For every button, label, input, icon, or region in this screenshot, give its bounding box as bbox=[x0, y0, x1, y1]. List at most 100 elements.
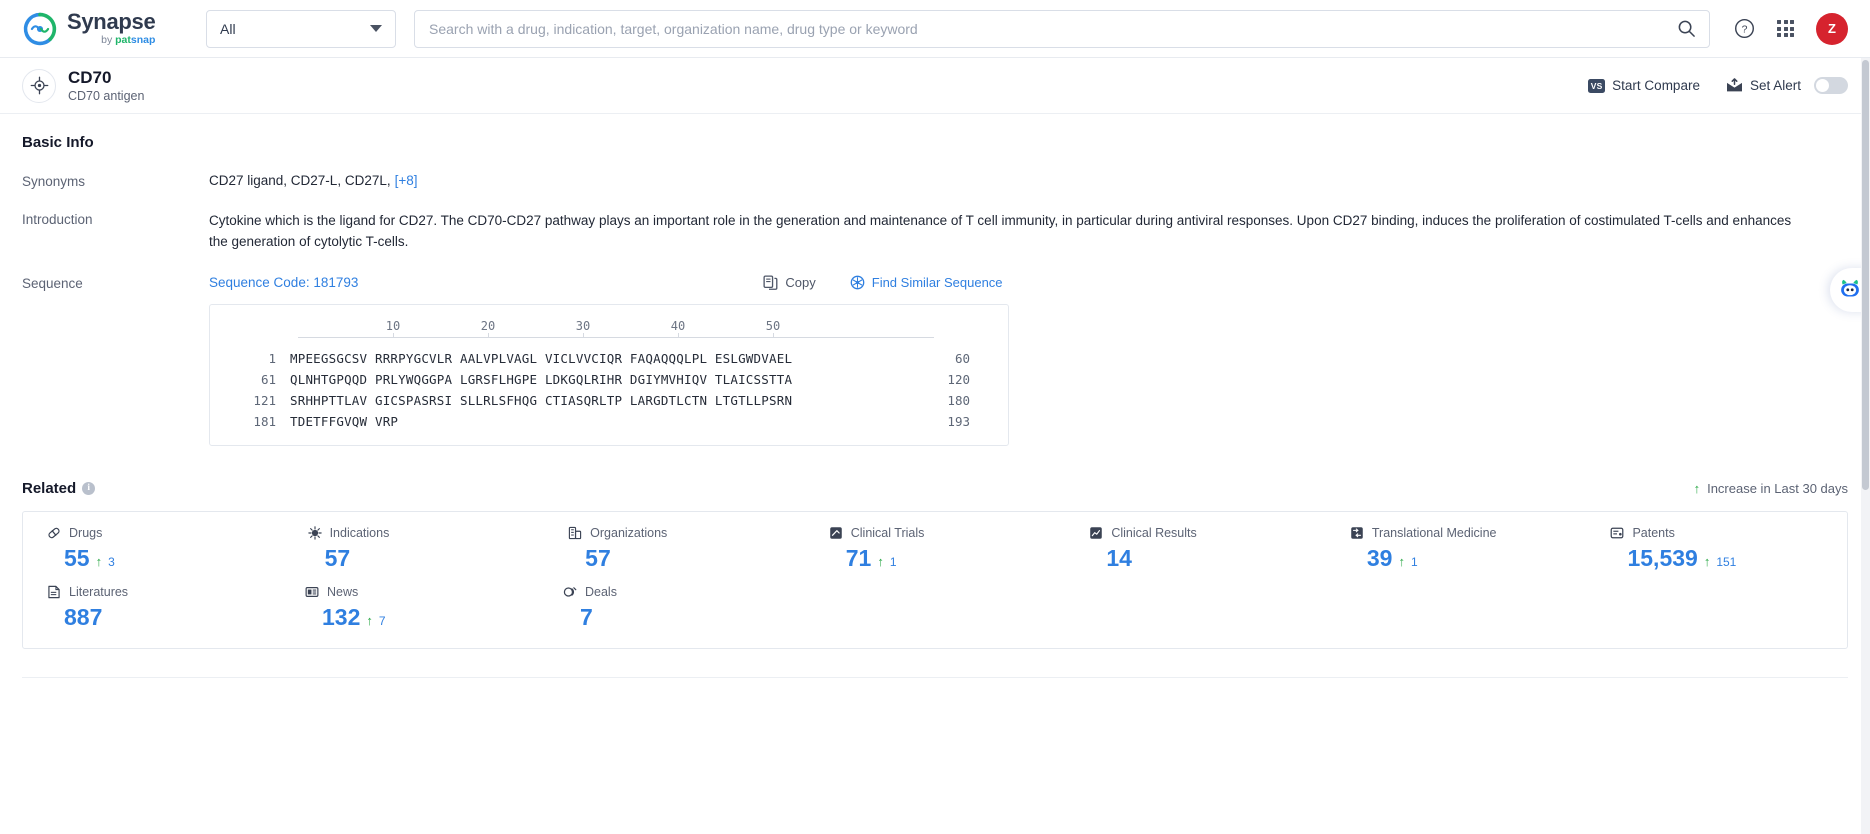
building-icon bbox=[568, 526, 582, 540]
stat-head: Indications bbox=[307, 525, 545, 540]
stat-patents[interactable]: Patents 15,539 ↑ 151 bbox=[1586, 526, 1847, 571]
copy-label: Copy bbox=[785, 274, 816, 290]
brand-logo-link[interactable]: Synapse by patsnap bbox=[22, 11, 182, 47]
synonyms-body: CD27 ligand, CD27-L, CD27L, [+8] bbox=[209, 173, 1848, 189]
stat-value: 887 bbox=[64, 604, 103, 631]
sequence-toolbar: Sequence Code: 181793 Copy Find Similar … bbox=[209, 275, 1848, 290]
sequence-code-link[interactable]: Sequence Code: 181793 bbox=[209, 275, 358, 290]
translational-icon bbox=[1351, 527, 1363, 539]
increase-legend-label: Increase in Last 30 days bbox=[1707, 480, 1848, 496]
info-icon[interactable]: i bbox=[82, 481, 96, 495]
arrow-up-icon: ↑ bbox=[1693, 480, 1701, 496]
sequence-line: 1 MPEEGSGCSV RRRPYGCVLR AALVPLVAGL VICLV… bbox=[228, 351, 990, 366]
stat-value-wrap: 71 ↑ 1 bbox=[829, 544, 1066, 571]
sequence-start-index: 181 bbox=[253, 413, 276, 429]
find-similar-label: Find Similar Sequence bbox=[871, 274, 1003, 290]
arrow-up-icon: ↑ bbox=[877, 553, 884, 569]
page-scrollbar[interactable] bbox=[1861, 58, 1870, 834]
copy-button[interactable]: Copy bbox=[763, 274, 816, 290]
ruler-tick-label: 10 bbox=[385, 318, 401, 333]
brand-name: Synapse bbox=[67, 9, 156, 35]
start-compare-button[interactable]: VS Start Compare bbox=[1588, 78, 1700, 93]
stat-value: 132 bbox=[322, 604, 361, 631]
stat-value: 57 bbox=[585, 544, 611, 571]
stat-indications[interactable]: Indications 57 bbox=[284, 526, 545, 571]
sequence-start-index: 121 bbox=[253, 392, 276, 408]
synonyms-more-link[interactable]: [+8] bbox=[395, 173, 418, 188]
target-icon bbox=[30, 76, 48, 95]
stat-head: Patents bbox=[1610, 526, 1847, 540]
stat-translational-medicine[interactable]: Translational Medicine 39 ↑ 1 bbox=[1326, 526, 1587, 571]
sequence-end-index: 60 bbox=[954, 350, 970, 366]
header-actions: ? Z bbox=[1734, 12, 1848, 45]
stat-news[interactable]: News 132 ↑ 7 bbox=[281, 585, 539, 630]
search-submit-button[interactable] bbox=[1663, 11, 1709, 47]
chevron-down-icon bbox=[370, 25, 382, 32]
sequence-residues: SRHHPTTLAV GICSPASRSI SLLRLSFHQG CTIASQR… bbox=[290, 392, 793, 408]
stat-head: Organizations bbox=[568, 526, 805, 540]
search-category-value: All bbox=[220, 20, 236, 37]
question-mark-circle-icon: ? bbox=[1735, 19, 1754, 38]
avatar[interactable]: Z bbox=[1816, 12, 1848, 45]
set-alert-toggle[interactable] bbox=[1814, 77, 1848, 94]
increase-legend: ↑ Increase in Last 30 days bbox=[1694, 481, 1848, 496]
stat-clinical-trials[interactable]: Clinical Trials 71 ↑ 1 bbox=[805, 526, 1066, 571]
set-alert-label: Set Alert bbox=[1749, 78, 1801, 93]
virus-icon bbox=[307, 526, 322, 540]
stat-value: 14 bbox=[1106, 544, 1132, 571]
find-similar-sequence-button[interactable]: Find Similar Sequence bbox=[850, 275, 1003, 290]
ruler-tick bbox=[678, 332, 679, 338]
stat-head: Clinical Trials bbox=[829, 526, 1066, 540]
search-category-select[interactable]: All bbox=[206, 9, 396, 48]
search-input[interactable] bbox=[415, 10, 1663, 47]
sequence-start-index: 1 bbox=[268, 350, 276, 366]
stat-value: 15,539 bbox=[1627, 544, 1698, 571]
stat-clinical-results[interactable]: Clinical Results 14 bbox=[1065, 526, 1326, 571]
brand-tagline: by patsnap bbox=[101, 34, 156, 47]
page-title: CD70 bbox=[68, 67, 112, 87]
stat-label: Deals bbox=[585, 585, 617, 600]
sequence-ruler-numbers: 10 20 30 40 50 bbox=[298, 319, 938, 335]
alert-envelope-icon bbox=[1726, 78, 1742, 92]
sequence-ruler: 10 20 30 40 50 bbox=[298, 319, 938, 345]
stat-head: Deals bbox=[563, 585, 797, 599]
sequence-start-index: 61 bbox=[260, 371, 276, 387]
entity-subtitle: CD70 antigen bbox=[68, 89, 145, 104]
apps-grid-button[interactable] bbox=[1777, 20, 1794, 37]
stat-value: 7 bbox=[580, 604, 593, 631]
copy-icon bbox=[763, 275, 778, 290]
introduction-label: Introduction bbox=[22, 212, 93, 227]
stat-delta: 1 bbox=[1410, 554, 1418, 569]
patent-icon bbox=[1611, 527, 1624, 539]
help-button[interactable]: ? bbox=[1734, 18, 1755, 39]
scrollbar-thumb[interactable] bbox=[1862, 60, 1869, 490]
stat-literatures[interactable]: Literatures 887 bbox=[23, 585, 281, 630]
entity-actions: VS Start Compare Set Alert bbox=[1588, 77, 1848, 94]
set-alert-control[interactable]: Set Alert bbox=[1726, 77, 1848, 94]
stat-drugs[interactable]: Drugs 55 ↑ 3 bbox=[23, 526, 284, 571]
stat-deals[interactable]: Deals 7 bbox=[539, 585, 797, 630]
sequence-residues: TDETFFGVQW VRP bbox=[290, 413, 399, 429]
ruler-tick-label: 50 bbox=[765, 318, 781, 333]
stat-value: 71 bbox=[845, 544, 872, 571]
stat-organizations[interactable]: Organizations 57 bbox=[544, 526, 805, 571]
arrow-up-icon: ↑ bbox=[1703, 553, 1711, 569]
ruler-tick bbox=[583, 332, 584, 338]
stat-label: Indications bbox=[329, 525, 390, 540]
introduction-value: Cytokine which is the ligand for CD27. T… bbox=[209, 213, 1792, 249]
stat-value-wrap: 887 bbox=[47, 604, 281, 631]
content-bottom-divider bbox=[22, 677, 1848, 679]
ruler-tick bbox=[393, 332, 394, 338]
stat-value-wrap: 57 bbox=[308, 545, 545, 571]
stat-value-wrap: 55 ↑ 3 bbox=[47, 545, 284, 571]
stat-delta: 3 bbox=[108, 554, 115, 569]
sequence-body: Sequence Code: 181793 Copy Find Similar … bbox=[209, 275, 1848, 446]
search-bar[interactable] bbox=[414, 9, 1710, 48]
entity-titles: CD70 CD70 antigen bbox=[68, 68, 144, 104]
stat-value-wrap: 7 bbox=[563, 604, 797, 631]
stat-value: 39 bbox=[1366, 544, 1393, 571]
related-stats-row-2: Literatures 887 News 132 ↑ 7 Deals 7 bbox=[23, 585, 1847, 630]
stat-delta: 7 bbox=[378, 614, 386, 629]
related-header: Related i ↑ Increase in Last 30 days bbox=[22, 480, 1848, 497]
ruler-tick-label: 30 bbox=[575, 318, 591, 333]
